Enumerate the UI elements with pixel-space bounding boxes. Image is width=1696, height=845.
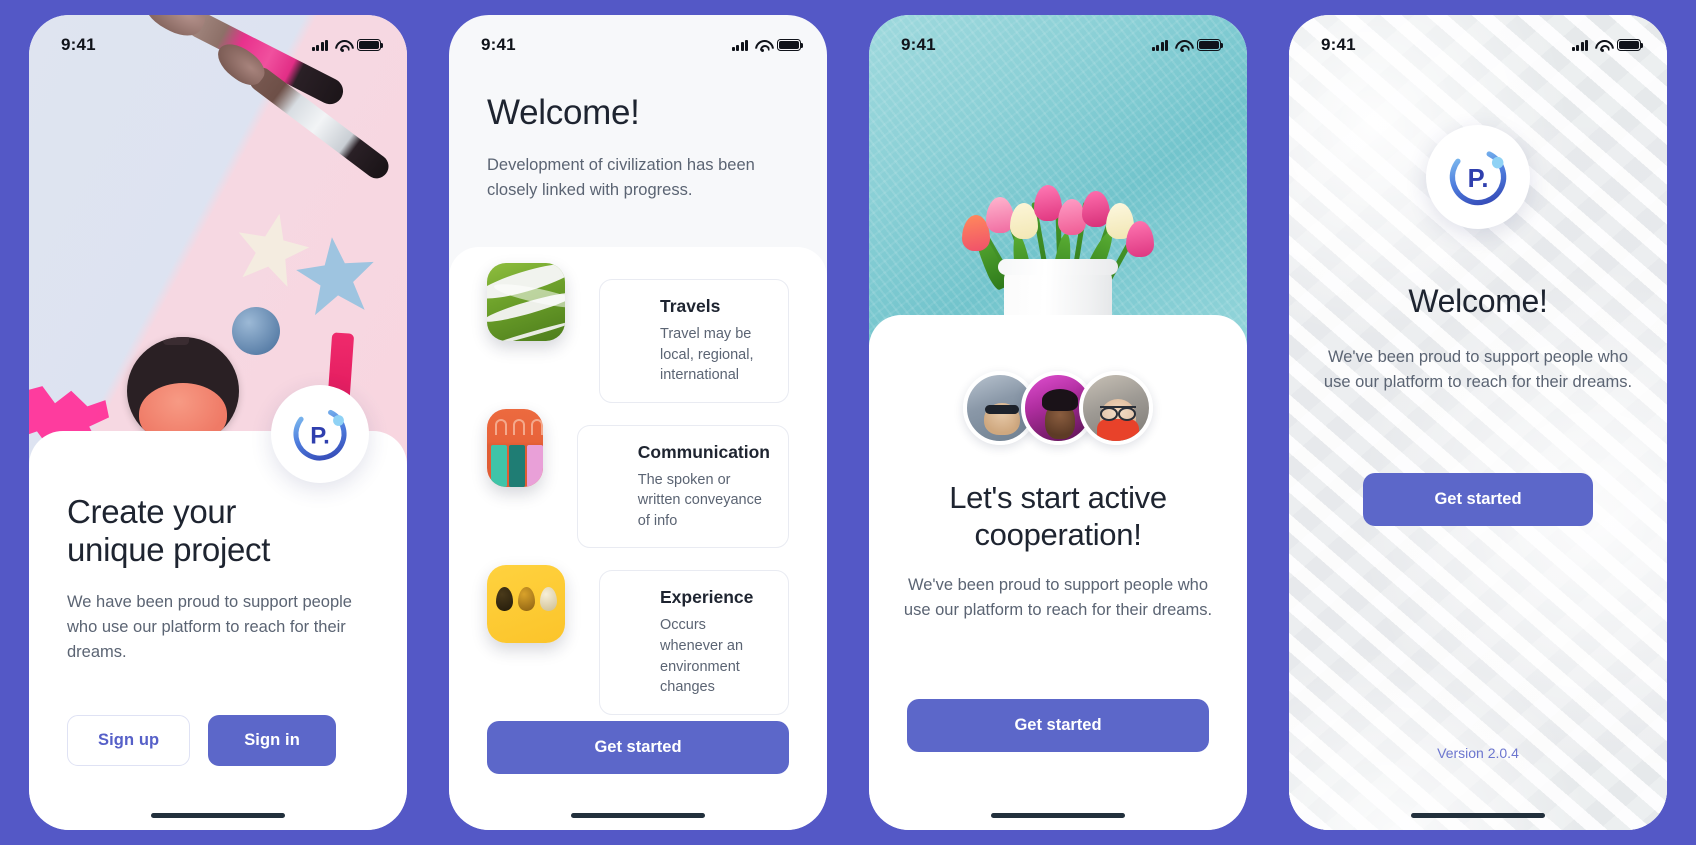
signal-icon: [1571, 39, 1588, 51]
feature-content: Travels Travel may be local, regional, i…: [599, 279, 789, 403]
content-sheet: Create your unique project We have been …: [29, 431, 407, 830]
feature-title: Travels: [660, 296, 721, 316]
brand-logo-badge: P.: [1426, 125, 1530, 229]
battery-icon: [357, 39, 384, 51]
hero-image-tulips: [869, 15, 1247, 345]
svg-text:P.: P.: [310, 423, 330, 450]
feature-content: Communication The spoken or written conv…: [576, 424, 789, 549]
status-bar: 9:41: [29, 15, 407, 63]
status-time: 9:41: [481, 35, 516, 54]
communication-thumbnail-icon: [487, 408, 543, 487]
feature-description: Travel may be local, regional, internati…: [660, 326, 754, 384]
sign-in-button[interactable]: Sign in: [208, 714, 336, 766]
travels-thumbnail-icon: [487, 262, 565, 341]
status-time: 9:41: [901, 35, 936, 54]
phone-screen-welcome-features: 9:41 Welcome! Development of civilizatio…: [449, 15, 827, 830]
battery-icon: [1197, 39, 1224, 51]
page-subtitle: We've been proud to support people who u…: [1323, 348, 1633, 392]
page-title-line2: cooperation!: [974, 517, 1142, 553]
wifi-icon: [335, 40, 350, 52]
avatar-group: [903, 371, 1213, 445]
feature-item-communication[interactable]: Communication The spoken or written conv…: [487, 408, 789, 549]
signal-icon: [1151, 39, 1168, 51]
content-sheet: Let's start active cooperation! We've be…: [869, 315, 1247, 830]
status-time: 9:41: [1321, 35, 1356, 54]
page-title-line1: Let's start active: [949, 480, 1167, 515]
feature-description: Occurs whenever an environment changes: [660, 617, 744, 696]
feature-item-travels[interactable]: Travels Travel may be local, regional, i…: [487, 262, 789, 403]
page-subtitle: We have been proud to support people who…: [67, 592, 352, 661]
get-started-cta-wrapper: Get started: [1363, 473, 1593, 526]
page-subtitle: We've been proud to support people who u…: [903, 576, 1213, 620]
phone-screen-welcome-final: 9:41 P. Welcome! We've been proud to sup…: [1289, 15, 1667, 830]
page-title: Welcome!: [487, 93, 640, 132]
phone-screen-create-project: 9:41 P. Create your unique project We ha…: [29, 15, 407, 830]
page-title-line1: Create your: [67, 493, 237, 530]
sponge-round-blue: [232, 307, 280, 355]
compact-hinge: [163, 337, 189, 345]
battery-icon: [777, 39, 804, 51]
feature-content: Experience Occurs whenever an environmen…: [599, 570, 789, 715]
wifi-icon: [1175, 40, 1190, 52]
page-title: Let's start active cooperation!: [903, 479, 1213, 553]
feature-description: The spoken or written conveyance of info: [637, 471, 762, 529]
page-header: Welcome! Development of civilization has…: [449, 93, 827, 203]
wifi-icon: [1595, 40, 1610, 52]
home-indicator[interactable]: [991, 812, 1125, 818]
signal-icon: [731, 39, 748, 51]
avatar-woman-glasses[interactable]: [1079, 371, 1153, 445]
version-label: Version 2.0.4: [1437, 745, 1519, 761]
signal-icon: [311, 39, 328, 51]
home-indicator[interactable]: [1411, 812, 1545, 818]
home-indicator[interactable]: [151, 812, 285, 818]
get-started-button[interactable]: Get started: [1363, 473, 1593, 526]
wifi-icon: [755, 40, 770, 52]
page-title-line2: unique project: [67, 531, 271, 569]
feature-item-experience[interactable]: Experience Occurs whenever an environmen…: [487, 564, 789, 715]
phone-screen-active-cooperation: 9:41 Let's start active cooperation! We'…: [869, 15, 1247, 830]
get-started-cta-wrapper: Get started: [907, 699, 1209, 752]
page-title: Create your unique project: [67, 493, 369, 570]
status-icons: [731, 39, 804, 52]
status-icons: [1571, 39, 1644, 52]
features-sheet: Travels Travel may be local, regional, i…: [449, 247, 827, 830]
feature-title: Experience: [660, 587, 754, 608]
status-time: 9:41: [61, 35, 96, 54]
get-started-button[interactable]: Get started: [907, 699, 1209, 752]
experience-thumbnail-icon: [487, 564, 565, 643]
status-icons: [1151, 39, 1224, 52]
page-title: Welcome!: [1408, 283, 1548, 319]
status-bar: 9:41: [1289, 15, 1667, 63]
auth-button-row: Sign up Sign in: [67, 714, 369, 766]
brand-logo-badge: P.: [271, 385, 369, 483]
sponge-star-blue: [293, 233, 379, 319]
sign-up-button[interactable]: Sign up: [67, 714, 191, 766]
battery-icon: [1617, 39, 1644, 51]
get-started-cta-wrapper: Get started: [487, 721, 789, 774]
onboarding-screens-board: 9:41 P. Create your unique project We ha…: [0, 0, 1696, 845]
home-indicator[interactable]: [571, 812, 705, 818]
page-subtitle: Development of civilization has been clo…: [487, 156, 755, 200]
status-icons: [311, 39, 384, 52]
feature-title: Communication: [637, 441, 770, 462]
glasses-icon: [1100, 406, 1136, 421]
makeup-compact: [127, 337, 239, 445]
status-bar: 9:41: [869, 15, 1247, 63]
svg-text:P.: P.: [1468, 165, 1489, 193]
sponge-star-cream: [229, 206, 314, 291]
get-started-button[interactable]: Get started: [487, 721, 789, 774]
status-bar: 9:41: [449, 15, 827, 63]
